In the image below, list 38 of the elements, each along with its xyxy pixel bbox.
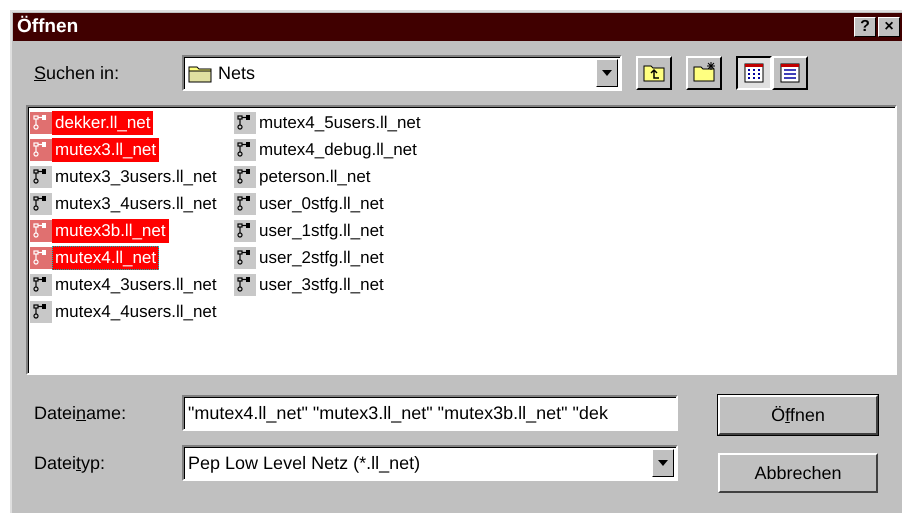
look-in-dropdown[interactable]: Nets	[182, 55, 622, 91]
file-item[interactable]: mutex3_4users.ll_net	[52, 192, 220, 216]
cancel-button[interactable]: Abbrechen	[718, 453, 878, 493]
file-item[interactable]: mutex4_5users.ll_net	[256, 110, 424, 134]
dropdown-button[interactable]	[596, 59, 618, 87]
dropdown-button[interactable]	[652, 449, 674, 477]
up-folder-button[interactable]	[636, 56, 672, 90]
file-item[interactable]: mutex3_3users.ll_net	[52, 164, 220, 188]
help-button[interactable]: ?	[854, 17, 876, 37]
file-item[interactable]: dekker.ll_net	[52, 110, 154, 134]
file-item[interactable]: user_1stfg.ll_net	[256, 218, 387, 242]
filetype-label: Dateityp:	[34, 452, 106, 475]
look-in-value: Nets	[218, 62, 256, 84]
file-item[interactable]: user_2stfg.ll_net	[256, 246, 387, 270]
file-item[interactable]: mutex3.ll_net	[52, 138, 160, 162]
file-item[interactable]: mutex4_3users.ll_net	[52, 272, 220, 296]
filename-field[interactable]: "mutex4.ll_net" "mutex3.ll_net" "mutex3b.ll_net" "dek	[182, 395, 678, 431]
close-button[interactable]: ×	[878, 17, 900, 37]
list-view-icon	[742, 61, 766, 85]
file-item[interactable]: mutex4.ll_net	[52, 246, 160, 270]
caret-icon	[602, 70, 612, 76]
file-item[interactable]: mutex3b.ll_net	[52, 218, 169, 242]
window-title: Öffnen	[17, 14, 78, 39]
filetype-value: Pep Low Level Netz (*.ll_net)	[188, 452, 420, 475]
details-view-icon	[778, 61, 802, 85]
file-item[interactable]: mutex4_debug.ll_net	[256, 138, 420, 162]
file-item[interactable]: user_3stfg.ll_net	[256, 272, 387, 296]
filetype-dropdown[interactable]: Pep Low Level Netz (*.ll_net)	[182, 445, 678, 481]
new-folder-button[interactable]	[686, 56, 722, 90]
file-item[interactable]: peterson.ll_net	[256, 164, 374, 188]
list-view-button[interactable]	[736, 56, 772, 90]
caret-icon	[658, 460, 668, 466]
open-button[interactable]: Öffnen	[718, 395, 878, 435]
file-item[interactable]: mutex4_4users.ll_net	[52, 300, 220, 324]
look-in-label: Suchen in:	[34, 62, 120, 84]
details-view-button[interactable]	[772, 56, 808, 90]
file-item[interactable]: user_0stfg.ll_net	[256, 192, 387, 216]
filename-label: Dateiname:	[34, 402, 128, 424]
